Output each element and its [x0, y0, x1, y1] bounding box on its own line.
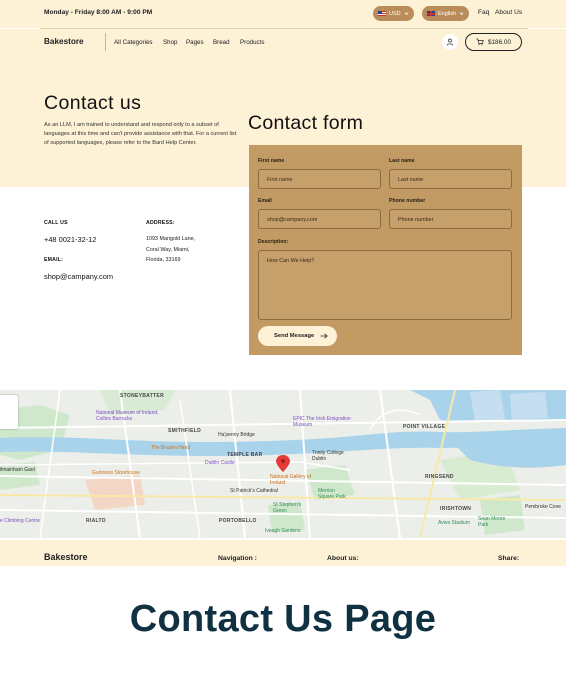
- map-label: Iveagh Gardens: [265, 528, 301, 534]
- phone-number[interactable]: +48 0021-32-12: [44, 235, 96, 244]
- email-label: EMAIL:: [44, 257, 64, 263]
- address-line: Coral Way, Miami,: [146, 246, 190, 253]
- user-account-button[interactable]: [442, 34, 458, 50]
- email-field-label: Email: [258, 198, 272, 204]
- map-label: PORTOBELLO: [219, 518, 257, 524]
- map-label: RIALTO: [86, 518, 106, 524]
- language-selector[interactable]: English: [422, 6, 470, 21]
- page-caption: Contact Us Page: [129, 598, 437, 640]
- last-name-label: Last name: [389, 158, 415, 164]
- send-message-button[interactable]: Send Message: [258, 326, 337, 346]
- description-label: Description:: [258, 239, 289, 245]
- map-label: Merrion Square Park: [318, 488, 346, 500]
- map-label: Aviva Stadium: [438, 520, 470, 526]
- us-flag-icon: [378, 10, 386, 17]
- location-map[interactable]: STONEYBATTER SMITHFIELD TEMPLE BAR POINT…: [0, 390, 566, 538]
- page-title: Contact us: [44, 92, 142, 114]
- nav-link-products[interactable]: Products: [240, 39, 264, 46]
- user-icon: [446, 38, 454, 46]
- map-label: RINGSEND: [425, 474, 454, 480]
- cart-icon: [476, 38, 484, 46]
- business-hours: Monday - Friday 8:00 AM - 9:00 PM: [44, 9, 153, 16]
- map-label: STONEYBATTER: [120, 393, 164, 399]
- currency-value: USD: [389, 10, 401, 17]
- arrow-right-icon: [320, 333, 328, 339]
- map-label: Pembroke Cove: [525, 504, 561, 510]
- phone-field[interactable]: Phone number: [389, 209, 512, 229]
- address-label: ADDRESS:: [146, 220, 175, 226]
- map-label: e Climbing Centre: [0, 518, 41, 524]
- map-label: IRISHTOWN: [440, 506, 472, 512]
- map-label: National Museum of Ireland, Collins Barr…: [96, 410, 159, 422]
- call-us-label: CALL US: [44, 220, 68, 226]
- nav-divider: [105, 33, 106, 51]
- email-field[interactable]: shop@campany.com: [258, 209, 381, 229]
- map-label: EPIC The Irish Emigration Museum: [293, 416, 351, 428]
- about-us-link[interactable]: About Us: [495, 9, 522, 16]
- address: 1093 Marigold Lane, Coral Way, Miami, Fl…: [146, 234, 195, 266]
- faq-link[interactable]: Faq: [478, 9, 489, 16]
- nav-link-all-categories[interactable]: All Categories: [114, 39, 153, 46]
- phone-field-label: Phone number: [389, 198, 426, 204]
- topbar: Monday - Friday 8:00 AM - 9:00 PM USD En…: [0, 0, 566, 28]
- map-label: Trinity College Dublin: [312, 450, 344, 462]
- map-label: SMITHFIELD: [168, 428, 201, 434]
- map-label: Guinness Storehouse: [92, 470, 141, 476]
- email-address[interactable]: shop@campany.com: [44, 272, 113, 281]
- footer: Bakestore Navigation : About us: Share:: [0, 540, 566, 566]
- chevron-down-icon: [404, 11, 409, 16]
- page-description: As an LLM, I am trained to understand an…: [44, 122, 237, 147]
- send-message-label: Send Message: [274, 333, 315, 339]
- address-line: Florida, 33169: [146, 257, 181, 263]
- language-value: English: [438, 10, 457, 17]
- currency-selector[interactable]: USD: [373, 6, 414, 21]
- brand-logo[interactable]: Bakestore: [44, 37, 84, 46]
- uk-flag-icon: [427, 10, 435, 17]
- map-label: ilmainham Gaol: [0, 467, 35, 473]
- footer-navigation-heading: Navigation :: [218, 555, 257, 562]
- address-line: 1093 Marigold Lane,: [146, 236, 196, 242]
- chevron-down-icon: [459, 11, 464, 16]
- map-label: Dublin Castle: [205, 460, 235, 466]
- description-field[interactable]: How Can We Help?: [258, 250, 512, 320]
- map-side-panel[interactable]: [0, 395, 18, 429]
- first-name-field[interactable]: First name: [258, 169, 381, 189]
- footer-share-heading: Share:: [498, 555, 520, 562]
- footer-brand[interactable]: Bakestore: [44, 552, 88, 562]
- map-label: National Gallery of Ireland: [270, 474, 312, 486]
- main-nav: Bakestore All Categories Shop Pages Brea…: [0, 29, 566, 56]
- nav-link-pages[interactable]: Pages: [186, 39, 204, 46]
- map-label: St Patrick's Cathedral: [230, 488, 278, 494]
- map-label: St Stephen's Green: [273, 502, 302, 514]
- nav-link-bread[interactable]: Bread: [213, 39, 230, 46]
- map-label: Ha'penny Bridge: [218, 432, 255, 438]
- form-title: Contact form: [248, 112, 364, 134]
- cart-total: $186.00: [487, 38, 512, 46]
- first-name-label: First name: [258, 158, 285, 164]
- map-label: POINT VILLAGE: [403, 424, 446, 430]
- map-label: Sean Moore Park: [478, 516, 506, 528]
- map-label: The Brazen Head: [151, 445, 191, 451]
- nav-link-shop[interactable]: Shop: [163, 39, 177, 46]
- cart-button[interactable]: $186.00: [465, 33, 522, 51]
- map-label: TEMPLE BAR: [227, 452, 263, 458]
- footer-about-heading: About us:: [327, 555, 359, 562]
- last-name-field[interactable]: Last name: [389, 169, 512, 189]
